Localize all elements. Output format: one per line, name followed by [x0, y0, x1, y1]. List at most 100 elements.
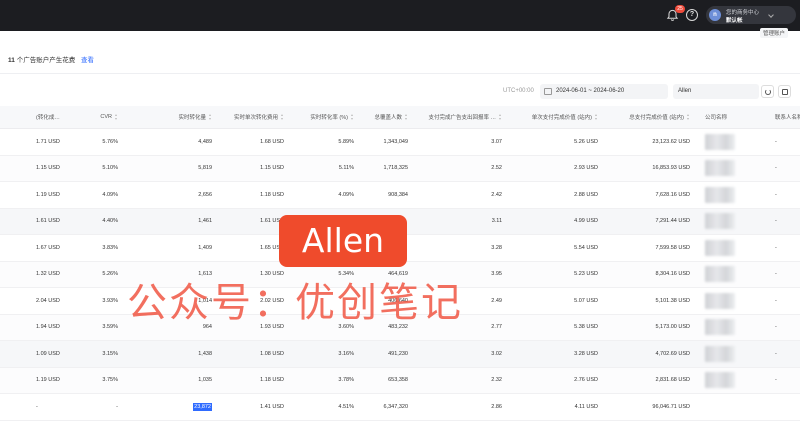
- column-header[interactable]: 单次支付完成价值 (站内): [510, 106, 598, 128]
- table-cell: -: [775, 315, 800, 341]
- table-cell: [705, 182, 763, 208]
- cell-value: 7,291.44 USD: [655, 218, 690, 225]
- cell-value: -: [775, 271, 777, 278]
- column-header[interactable]: 总支付完成价值 (站内): [606, 106, 690, 128]
- column-header[interactable]: 总覆盖人数: [358, 106, 408, 128]
- cell-value: -: [775, 377, 777, 384]
- table-cell: 3.75%: [80, 368, 118, 394]
- sort-icon[interactable]: [209, 114, 212, 120]
- sort-icon[interactable]: [351, 114, 354, 120]
- cell-value: 5.07 USD: [574, 297, 598, 304]
- sort-icon[interactable]: [405, 114, 408, 120]
- column-header[interactable]: 实时转化率 (%): [296, 106, 354, 128]
- column-header-label: 实时转化率 (%): [310, 115, 348, 121]
- cell-value: 4.09%: [102, 191, 118, 198]
- account-count: 11: [8, 57, 15, 64]
- cell-value: -: [775, 165, 777, 172]
- table-cell: 1,035: [140, 368, 212, 394]
- table-cell: 1.08 USD: [222, 341, 284, 367]
- cell-value: -: [116, 403, 118, 410]
- cell-value: 1,438: [198, 350, 212, 357]
- account-filter-input[interactable]: Allen: [673, 84, 759, 99]
- table-cell: -: [775, 262, 800, 288]
- table-cell: -: [775, 341, 800, 367]
- table-cell: 1,438: [140, 341, 212, 367]
- date-range-picker[interactable]: 2024-06-01 ~ 2024-06-20: [540, 84, 668, 99]
- table-cell: [705, 315, 763, 341]
- column-header[interactable]: 支付完成广告支出回报率 …: [420, 106, 502, 128]
- cell-value: 5.23 USD: [574, 271, 598, 278]
- table-cell: 5,173.00 USD: [606, 315, 690, 341]
- cell-value: 8,304.16 USD: [655, 271, 690, 278]
- cell-value: 491,230: [388, 350, 408, 357]
- help-icon[interactable]: ?: [686, 9, 698, 21]
- cell-value: 5.89%: [338, 138, 354, 145]
- table-cell: -: [775, 129, 800, 155]
- manage-account-button[interactable]: 管理账户: [760, 28, 789, 38]
- table-cell: 1.18 USD: [222, 182, 284, 208]
- cell-value: 5,819: [198, 165, 212, 172]
- cell-value: -: [775, 350, 777, 357]
- column-header[interactable]: CVR: [80, 106, 118, 128]
- table-cell: [705, 288, 763, 314]
- cell-value: 4.51%: [338, 403, 354, 410]
- cell-value: 3.07: [491, 138, 502, 145]
- table-cell: [775, 394, 800, 420]
- table-cell: 653,358: [358, 368, 408, 394]
- cell-value: 1.15 USD: [260, 165, 284, 172]
- column-header-label: 总支付完成价值 (站内): [629, 115, 684, 121]
- table-row: 1.71 USD 5.76% 4,489 1.68 USD 5.89% 1,343,049…: [0, 129, 800, 156]
- column-settings-button[interactable]: [778, 85, 791, 98]
- table-cell: 2.86: [420, 394, 502, 420]
- cell-value: 2.04 USD: [36, 297, 60, 304]
- redacted-company-name: [705, 345, 735, 362]
- table-cell: -: [775, 368, 800, 394]
- cell-value: 96,046.71 USD: [652, 403, 690, 410]
- table-cell: 3.02: [420, 341, 502, 367]
- cell-value: 1.61 USD: [36, 218, 60, 225]
- table-cell: 2,831.68 USD: [606, 368, 690, 394]
- column-header[interactable]: 实时单次转化费用: [222, 106, 284, 128]
- column-header-label: 总覆盖人数: [374, 115, 402, 121]
- redacted-company-name: [705, 160, 735, 177]
- table-row: 1.19 USD 3.75% 1,035 1.18 USD 3.78% 653,358 2.…: [0, 367, 800, 394]
- table-cell: 1.61 USD: [222, 209, 284, 235]
- column-header[interactable]: 公司名称: [705, 106, 763, 128]
- table-cell: 2.52: [420, 156, 502, 182]
- table-cell: [705, 341, 763, 367]
- sort-icon[interactable]: [595, 114, 598, 120]
- column-header-label: 实时单次转化费用: [233, 115, 278, 121]
- cell-value: 1.09 USD: [36, 350, 60, 357]
- sort-icon[interactable]: [687, 114, 690, 120]
- table-cell: 4.11 USD: [510, 394, 598, 420]
- refresh-button[interactable]: [761, 85, 774, 98]
- cell-value: 5.26 USD: [574, 138, 598, 145]
- cell-value: 1.19 USD: [36, 191, 60, 198]
- table-cell: 1.09 USD: [36, 341, 74, 367]
- cell-value: 3.16%: [338, 350, 354, 357]
- sort-icon[interactable]: [115, 114, 118, 120]
- table-cell: 5.76%: [80, 129, 118, 155]
- cell-value: 23,123.62 USD: [652, 138, 690, 145]
- account-switcher[interactable]: n 您的商务中心 默认帐: [706, 6, 796, 24]
- sort-icon[interactable]: [281, 114, 284, 120]
- account-filter-value: Allen: [678, 88, 692, 94]
- view-link[interactable]: 查看: [81, 57, 94, 64]
- column-header-label: (转化成…: [36, 115, 60, 121]
- table-cell: 3.93%: [80, 288, 118, 314]
- table-cell: 1.32 USD: [36, 262, 74, 288]
- column-header[interactable]: 实时转化量: [140, 106, 212, 128]
- cell-value: 908,384: [388, 191, 408, 198]
- column-header[interactable]: (转化成…: [36, 106, 74, 128]
- cell-value: 4.40%: [102, 218, 118, 225]
- table-cell: 4,702.69 USD: [606, 341, 690, 367]
- table-cell: 7,291.44 USD: [606, 209, 690, 235]
- column-header-label: 公司名称: [705, 115, 728, 121]
- column-header[interactable]: 联系人名称: [775, 106, 800, 128]
- sort-icon[interactable]: [499, 114, 502, 120]
- redacted-company-name: [705, 319, 735, 336]
- table-cell: 1.94 USD: [36, 315, 74, 341]
- table-cell: 5.26%: [80, 262, 118, 288]
- table-cell: [705, 235, 763, 261]
- table-cell: 4,489: [140, 129, 212, 155]
